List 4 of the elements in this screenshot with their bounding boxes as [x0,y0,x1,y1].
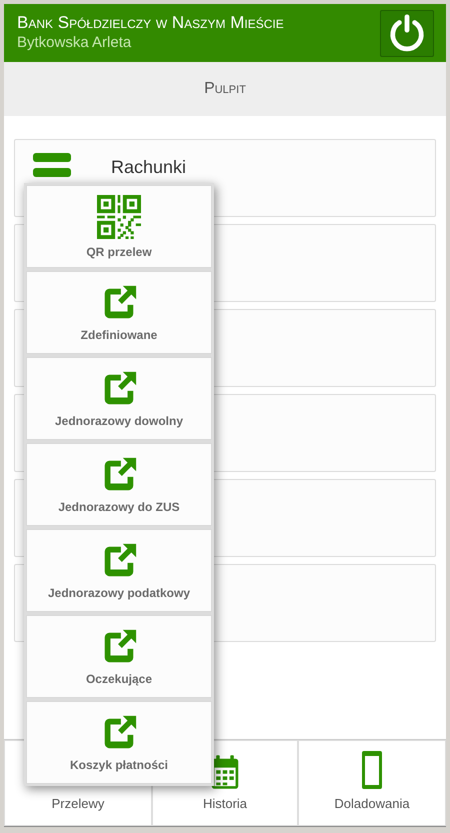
bank-name: Bank Spółdzielczy w Naszym Mieście [17,13,284,33]
tile-label: Rachunki [111,157,186,177]
page-title: Pulpit [204,80,246,98]
user-name: Bytkowska Arleta [17,33,132,53]
